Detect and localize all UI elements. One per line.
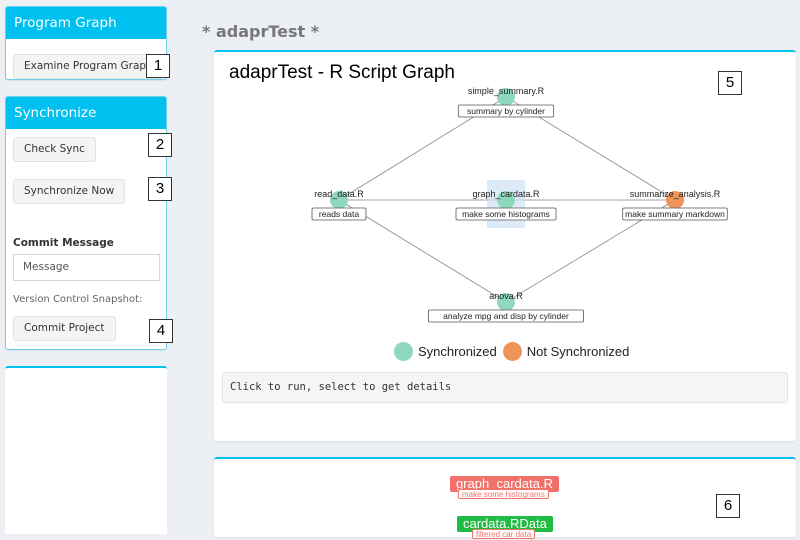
node-label: read_data.R <box>314 189 364 199</box>
marker-4: 4 <box>149 319 173 343</box>
detail-item-graph-cardata-desc: make some histograms <box>458 489 549 499</box>
commit-message-label: Commit Message <box>13 237 114 249</box>
graph-panel: adaprTest - R Script Graph 5 simple_summ… <box>214 50 796 441</box>
script-graph[interactable]: simple_summary.Rsummary by cylinder read_… <box>214 52 796 337</box>
node-description: make summary markdown <box>625 209 725 219</box>
synchronize-header: Synchronize <box>6 97 166 129</box>
graph-node-graph_cardata[interactable]: graph_cardata.Rmake some histograms <box>455 180 557 228</box>
detail-item-cardata-desc: filtered car data <box>472 529 536 539</box>
examine-program-graph-button[interactable]: Examine Program Graph <box>13 54 164 79</box>
synchronize-box: Synchronize Check Sync 2 Synchronize Now… <box>5 96 173 350</box>
sidebar: Program Graph Examine Program Graph 1 Sy… <box>0 0 175 534</box>
legend-not-synchronized-swatch <box>502 342 522 361</box>
graph-legend: Synchronized Not Synchronized <box>394 342 629 361</box>
commit-message-input[interactable]: Message <box>13 254 160 281</box>
legend-not-synchronized-label: Not Synchronized <box>526 344 630 359</box>
program-graph-box: Program Graph Examine Program Graph 1 <box>5 6 170 80</box>
node-label: simple_summary.R <box>468 86 545 96</box>
marker-2: 2 <box>148 133 172 157</box>
node-description: reads data <box>319 209 359 219</box>
node-description: analyze mpg and disp by cylinder <box>443 311 569 321</box>
marker-3: 3 <box>148 177 172 201</box>
marker-1: 1 <box>146 54 170 78</box>
node-label: graph_cardata.R <box>472 189 540 199</box>
graph-node-summarize_analysis[interactable]: summarize_analysis.Rmake summary markdow… <box>622 189 728 221</box>
detail-panel: graph_cardata.R make some histograms car… <box>214 457 796 539</box>
legend-synchronized-label: Synchronized <box>418 344 497 359</box>
snapshot-label: Version Control Snapshot: <box>13 294 143 305</box>
node-description: make some histograms <box>462 209 550 219</box>
node-description: summary by cylinder <box>467 106 545 116</box>
marker-6: 6 <box>716 494 740 518</box>
node-label: summarize_analysis.R <box>630 189 721 199</box>
legend-synchronized-swatch <box>394 342 413 361</box>
check-sync-button[interactable]: Check Sync <box>13 137 96 162</box>
empty-sidebar-box <box>5 366 167 534</box>
graph-node-anova[interactable]: anova.R analyze mpg and disp by cylinder <box>427 291 584 323</box>
graph-node-read_data[interactable]: read_data.Rreads data <box>311 189 367 221</box>
graph-node-simple_summary[interactable]: simple_summary.Rsummary by cylinder <box>457 86 555 118</box>
synchronize-now-button[interactable]: Synchronize Now <box>13 179 126 204</box>
graph-info-text: Click to run, select to get details <box>222 372 788 403</box>
program-graph-header: Program Graph <box>6 7 166 39</box>
commit-project-button[interactable]: Commit Project <box>13 316 116 341</box>
node-label: anova.R <box>489 291 523 301</box>
page-title: * adaprTest * <box>202 22 320 41</box>
